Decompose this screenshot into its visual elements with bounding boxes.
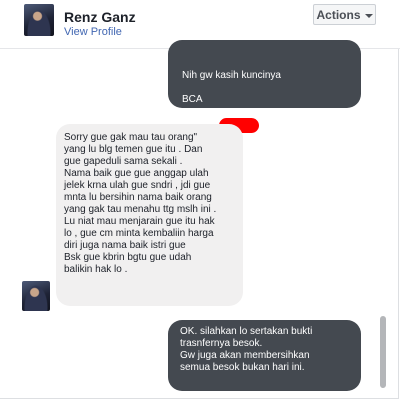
view-profile-link[interactable]: View Profile bbox=[64, 26, 122, 38]
message-bubble-outgoing: OK. silahkan lo sertakan bukti trasnfern… bbox=[168, 320, 361, 391]
sender-avatar[interactable] bbox=[22, 281, 50, 311]
message-bubble-incoming: Sorry gue gak mau tau orang" yang lu blg… bbox=[56, 124, 243, 306]
scrollbar-thumb[interactable] bbox=[380, 316, 386, 388]
actions-button[interactable]: Actions bbox=[313, 4, 376, 25]
message-bubble-outgoing: Nih gw kasih kuncinya BCA 652024 bbox=[168, 40, 361, 133]
actions-label: Actions bbox=[316, 7, 361, 22]
chevron-down-icon bbox=[364, 13, 373, 18]
contact-avatar[interactable] bbox=[24, 4, 54, 36]
message-line: Nih gw kasih kuncinya bbox=[182, 70, 281, 81]
contact-name[interactable]: Renz Ganz bbox=[64, 9, 136, 25]
message-line: BCA bbox=[182, 94, 203, 105]
